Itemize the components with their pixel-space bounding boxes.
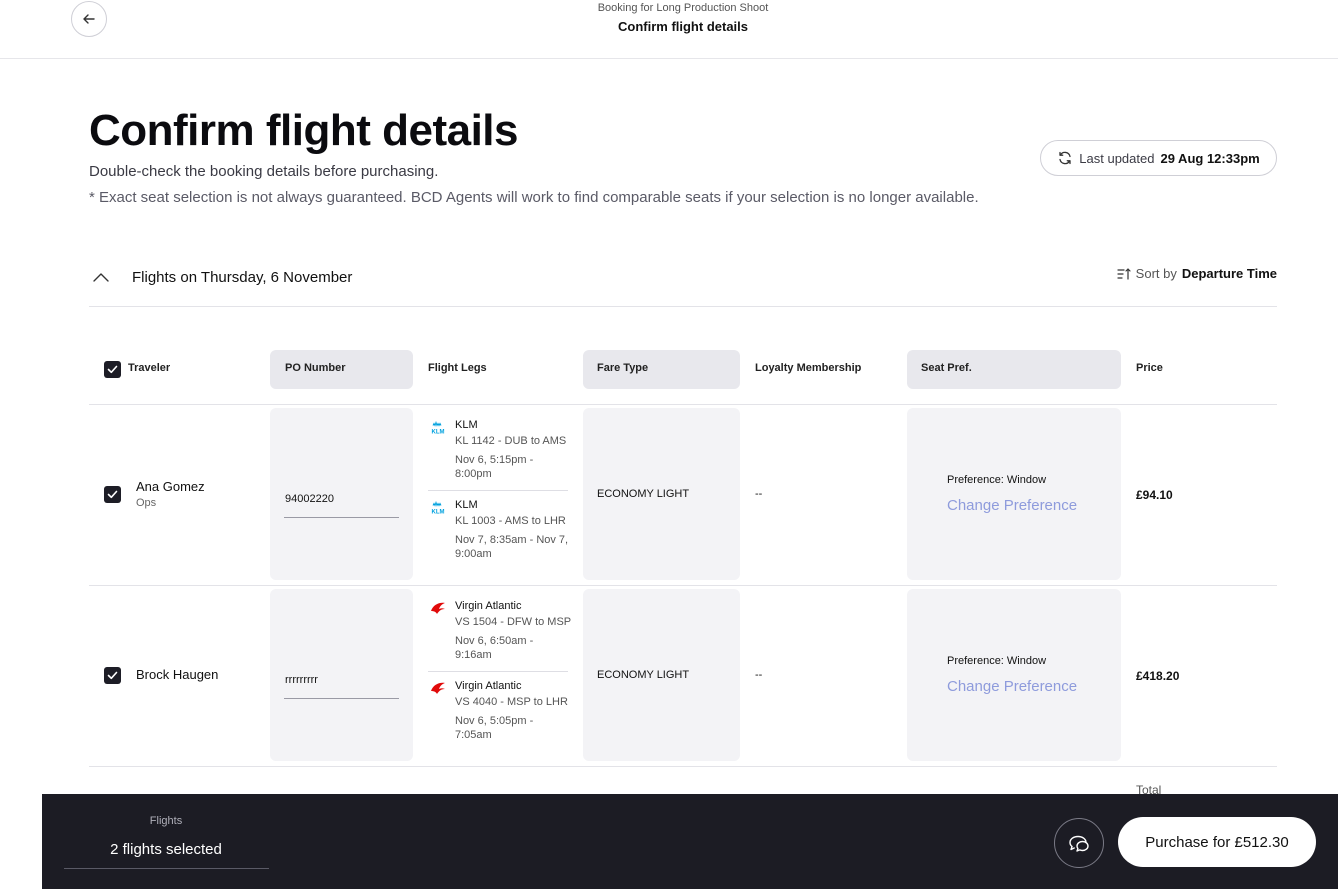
- klm-logo-icon: KLM: [432, 501, 445, 516]
- virgin-atlantic-logo-icon: [431, 602, 445, 614]
- top-bar-subtitle: Booking for Long Production Shoot: [597, 2, 769, 14]
- select-all-checkbox[interactable]: [104, 361, 121, 378]
- chevron-up-icon[interactable]: [91, 268, 111, 288]
- change-preference-link[interactable]: Change Preference: [947, 497, 1077, 514]
- page-title: Confirm flight details: [89, 106, 519, 155]
- airline-name: Virgin Atlantic: [455, 600, 522, 612]
- loyalty-membership: --: [755, 488, 763, 500]
- klm-logo-icon: KLM: [432, 421, 445, 436]
- traveler-name: Ana Gomez: [136, 479, 205, 494]
- sort-label: Sort by: [1135, 266, 1177, 281]
- seat-pref-cell-bg: [907, 589, 1121, 761]
- flight-group-header: Flights on Thursday, 6 November Sort by …: [89, 258, 1277, 307]
- sort-control[interactable]: Sort by Departure Time: [1117, 266, 1277, 281]
- flight-leg: Virgin Atlantic VS 4040 - MSP to LHR Nov…: [428, 680, 569, 750]
- svg-text:KLM: KLM: [432, 430, 445, 436]
- change-preference-link[interactable]: Change Preference: [947, 678, 1077, 695]
- column-header-fare-type: Fare Type: [597, 362, 649, 374]
- checkmark-icon: [107, 490, 118, 499]
- flight-times: Nov 6, 6:50am - 9:16am: [455, 635, 534, 661]
- seat-preference: Preference: Window: [947, 474, 1047, 486]
- column-header-po-number: PO Number: [285, 362, 346, 374]
- airline-name: Virgin Atlantic: [455, 680, 522, 692]
- column-header-seat-pref: Seat Pref.: [921, 362, 972, 374]
- flight-route: KL 1003 - AMS to LHR: [455, 515, 566, 527]
- flight-route: VS 4040 - MSP to LHR: [455, 696, 568, 708]
- last-updated-label: Last updated: [1079, 150, 1155, 166]
- flights-selected-count: 2 flights selected: [110, 841, 222, 858]
- airline-name: KLM: [455, 419, 478, 431]
- sort-value: Departure Time: [1181, 266, 1277, 281]
- flight-route: KL 1142 - DUB to AMS: [455, 435, 567, 447]
- seat-selection-note: * Exact seat selection is not always gua…: [89, 189, 979, 206]
- refresh-icon: [1059, 151, 1071, 165]
- chat-icon: [1069, 835, 1089, 852]
- po-number-input[interactable]: 94002220: [285, 493, 334, 505]
- po-number-underline: [284, 698, 399, 699]
- leg-divider: [428, 490, 568, 491]
- checkmark-icon: [107, 671, 118, 680]
- svg-text:KLM: KLM: [432, 510, 445, 516]
- chat-button[interactable]: [1054, 818, 1104, 868]
- fare-type: ECONOMY LIGHT: [597, 488, 690, 500]
- last-updated-value: 29 Aug 12:33pm: [1160, 150, 1260, 166]
- row-divider: [89, 404, 1277, 405]
- row-divider: [89, 766, 1277, 767]
- column-header-price: Price: [1136, 362, 1163, 374]
- page-subtitle: Double-check the booking details before …: [89, 163, 439, 180]
- column-header-loyalty: Loyalty Membership: [755, 362, 862, 374]
- checkmark-icon: [107, 365, 118, 374]
- loyalty-membership: --: [755, 669, 763, 681]
- flights-label: Flights: [149, 815, 183, 827]
- airline-name: KLM: [455, 499, 478, 511]
- flight-times: Nov 6, 5:05pm - 7:05am: [455, 715, 534, 741]
- purchase-button[interactable]: Purchase for £512.30: [1118, 817, 1316, 867]
- po-number-underline: [284, 517, 399, 518]
- row-checkbox[interactable]: [104, 667, 121, 684]
- traveler-role: Ops: [136, 497, 157, 509]
- flight-times: Nov 7, 8:35am - Nov 7, 9:00am: [455, 534, 569, 560]
- flight-route: VS 1504 - DFW to MSP: [455, 616, 572, 628]
- row-checkbox[interactable]: [104, 486, 121, 503]
- traveler-name: Brock Haugen: [136, 667, 219, 682]
- row-price: £418.20: [1136, 669, 1180, 683]
- column-header-traveler: Traveler: [128, 362, 171, 374]
- seat-pref-cell-bg: [907, 408, 1121, 580]
- sort-icon: [1117, 267, 1131, 280]
- flight-leg: KLM KLM KL 1003 - AMS to LHR Nov 7, 8:35…: [428, 499, 569, 569]
- flight-leg: Virgin Atlantic VS 1504 - DFW to MSP Nov…: [428, 600, 572, 670]
- column-header-flight-legs: Flight Legs: [428, 362, 487, 374]
- flights-summary-underline: [64, 868, 269, 869]
- row-price: £94.10: [1136, 488, 1173, 502]
- refresh-button[interactable]: Last updated 29 Aug 12:33pm: [1040, 140, 1277, 176]
- seat-preference: Preference: Window: [947, 655, 1047, 667]
- flight-times: Nov 6, 5:15pm - 8:00pm: [455, 454, 534, 480]
- flight-leg: KLM KLM KL 1142 - DUB to AMS Nov 6, 5:15…: [428, 419, 569, 489]
- flight-group-title: Flights on Thursday, 6 November: [132, 269, 353, 286]
- top-bar: Booking for Long Production Shoot Confir…: [0, 0, 1338, 59]
- po-number-input[interactable]: rrrrrrrrr: [285, 674, 318, 686]
- row-divider: [89, 585, 1277, 586]
- checkout-bar: Flights 2 flights selected Purchase for …: [42, 794, 1338, 889]
- fare-type: ECONOMY LIGHT: [597, 669, 690, 681]
- top-bar-title: Confirm flight details: [618, 19, 748, 34]
- virgin-atlantic-logo-icon: [431, 682, 445, 694]
- leg-divider: [428, 671, 568, 672]
